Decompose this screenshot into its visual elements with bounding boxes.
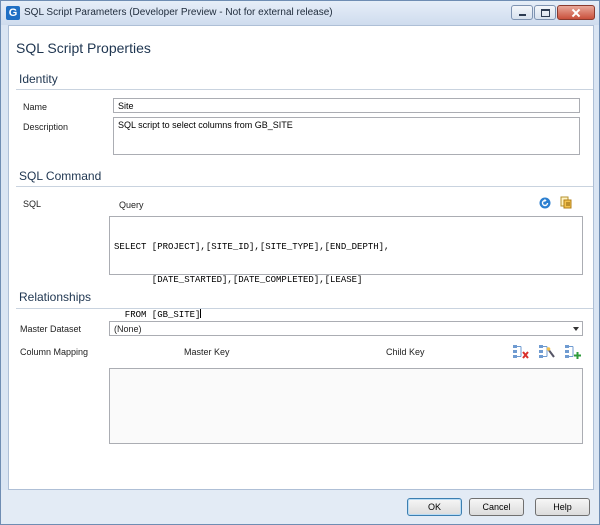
dialog-window: G SQL Script Parameters (Developer Previ… <box>0 0 600 525</box>
close-button[interactable] <box>557 5 595 20</box>
sql-label: SQL <box>23 199 42 209</box>
maximize-button[interactable] <box>534 5 556 20</box>
master-dataset-value: (None) <box>114 324 142 334</box>
sql-command-section-title: SQL Command <box>19 169 102 183</box>
query-line: [DATE_STARTED],[DATE_COMPLETED],[LEASE] <box>114 275 363 285</box>
minimize-button[interactable] <box>511 5 533 20</box>
description-textarea[interactable]: SQL script to select columns from GB_SIT… <box>113 117 580 155</box>
description-label: Description <box>23 122 69 132</box>
relationships-divider <box>16 308 593 309</box>
dialog-content: SQL Script Properties Identity Name Site… <box>8 25 594 490</box>
auto-map-icon[interactable] <box>538 344 556 360</box>
cancel-button[interactable]: Cancel <box>469 498 524 516</box>
name-label: Name <box>23 102 48 112</box>
column-mapping-grid[interactable] <box>109 368 583 444</box>
master-dataset-select[interactable]: (None) <box>109 321 583 336</box>
help-button[interactable]: Help <box>535 498 590 516</box>
ok-button[interactable]: OK <box>407 498 462 516</box>
remove-mapping-icon[interactable] <box>512 344 530 360</box>
chevron-down-icon <box>573 327 579 331</box>
master-key-header: Master Key <box>184 347 230 357</box>
sql-query-editor[interactable]: SELECT [PROJECT],[SITE_ID],[SITE_TYPE],[… <box>109 216 583 320</box>
identity-divider <box>16 89 593 90</box>
identity-section-title: Identity <box>19 72 58 86</box>
relationships-section-title: Relationships <box>19 290 92 304</box>
add-mapping-icon[interactable] <box>564 344 582 360</box>
dialog-footer: OK Cancel Help <box>1 490 599 524</box>
text-cursor <box>200 308 202 318</box>
query-line: FROM [GB_SITE] <box>114 308 202 320</box>
app-logo-icon: G <box>6 6 20 20</box>
column-mapping-label: Column Mapping <box>20 347 89 357</box>
sql-command-divider <box>16 186 593 187</box>
window-title: SQL Script Parameters (Developer Preview… <box>24 7 333 18</box>
master-dataset-label: Master Dataset <box>20 324 82 334</box>
page-title: SQL Script Properties <box>16 40 151 56</box>
name-input[interactable]: Site <box>113 98 580 113</box>
query-line: SELECT [PROJECT],[SITE_ID],[SITE_TYPE],[… <box>114 242 390 252</box>
title-bar[interactable]: G SQL Script Parameters (Developer Previ… <box>1 1 599 25</box>
query-label: Query <box>119 200 144 210</box>
refresh-icon[interactable] <box>539 197 551 209</box>
child-key-header: Child Key <box>386 347 425 357</box>
query-builder-icon[interactable] <box>560 196 573 209</box>
